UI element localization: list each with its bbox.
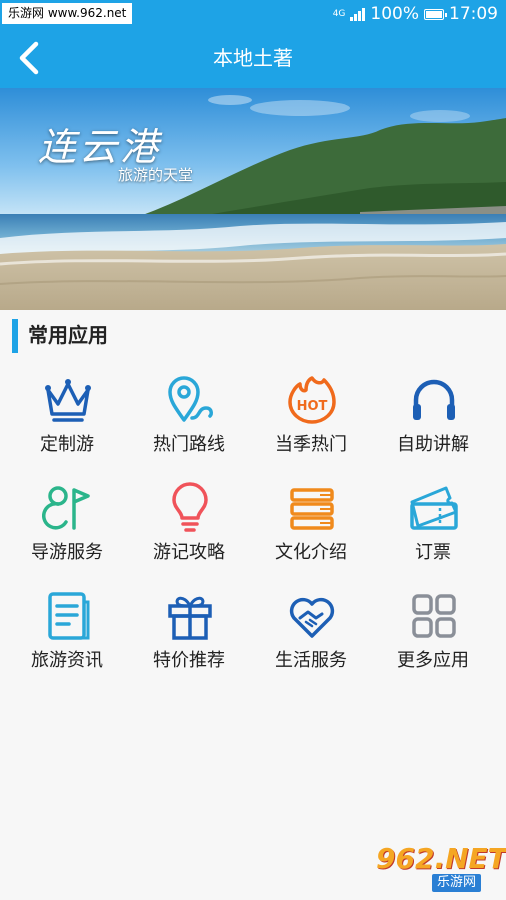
headphones-icon xyxy=(413,379,455,420)
app-label: 特价推荐 xyxy=(153,650,225,671)
page-title: 本地土著 xyxy=(213,46,293,70)
app-special-deals[interactable]: 特价推荐 xyxy=(126,588,252,688)
app-label: 更多应用 xyxy=(397,650,469,671)
app-label: 订票 xyxy=(415,542,451,563)
watermark-logo: 962.NET 乐游网 xyxy=(372,842,506,894)
app-label: 定制游 xyxy=(40,434,94,455)
books-icon xyxy=(290,488,334,530)
crown-icon xyxy=(45,379,91,422)
watermark-logo-main: 962.NET xyxy=(376,842,506,875)
location-route-icon xyxy=(168,376,213,422)
app-label: 游记攻略 xyxy=(153,542,225,563)
banner-image[interactable]: 连云港 旅游的天堂 xyxy=(0,88,506,310)
status-bar: 乐游网 www.962.net 4G 100% 17:09 xyxy=(0,0,506,28)
app-label: 文化介绍 xyxy=(275,542,347,563)
document-icon xyxy=(48,592,90,640)
app-life-services[interactable]: 生活服务 xyxy=(248,588,374,688)
handshake-heart-icon xyxy=(289,597,335,638)
lightbulb-icon xyxy=(172,482,208,532)
banner-title: 连云港 xyxy=(38,125,162,169)
app-label: 自助讲解 xyxy=(397,434,469,455)
app-self-guide[interactable]: 自助讲解 xyxy=(370,372,496,472)
nav-bar: 本地土著 xyxy=(0,28,506,88)
hot-flame-icon: HOT xyxy=(288,376,336,424)
grid-icon xyxy=(412,594,456,638)
watermark-label: 乐游网 www.962.net xyxy=(2,3,133,24)
app-more[interactable]: 更多应用 xyxy=(370,588,496,688)
common-apps-section: 常用应用 定制游 热门路线 HOT 当季热门 自助讲解 导游服务 游记攻略 文化… xyxy=(0,310,506,900)
battery-percent: 100% xyxy=(370,4,419,24)
gift-icon xyxy=(168,596,212,640)
svg-text:HOT: HOT xyxy=(297,399,328,414)
network-type: 4G xyxy=(332,9,346,19)
ticket-icon xyxy=(410,486,458,530)
app-tickets[interactable]: 订票 xyxy=(370,480,496,580)
app-travel-news[interactable]: 旅游资讯 xyxy=(4,588,130,688)
section-header: 常用应用 xyxy=(0,310,506,360)
watermark-logo-sub: 乐游网 xyxy=(432,874,482,892)
app-culture[interactable]: 文化介绍 xyxy=(248,480,374,580)
battery-icon xyxy=(424,8,447,20)
app-label: 热门路线 xyxy=(153,434,225,455)
app-label: 旅游资讯 xyxy=(31,650,103,671)
app-seasonal-hot[interactable]: HOT 当季热门 xyxy=(248,372,374,472)
app-label: 导游服务 xyxy=(31,542,103,563)
app-hot-routes[interactable]: 热门路线 xyxy=(126,372,252,472)
guide-flag-icon xyxy=(42,486,90,530)
app-custom-tour[interactable]: 定制游 xyxy=(4,372,130,472)
app-tour-guide[interactable]: 导游服务 xyxy=(4,480,130,580)
app-travel-notes[interactable]: 游记攻略 xyxy=(126,480,252,580)
banner-subtitle: 旅游的天堂 xyxy=(118,166,194,184)
app-label: 当季热门 xyxy=(275,434,347,455)
clock: 17:09 xyxy=(449,4,498,24)
app-label: 生活服务 xyxy=(275,650,347,671)
section-accent-bar xyxy=(12,319,18,353)
signal-icon xyxy=(350,7,366,21)
section-title: 常用应用 xyxy=(28,323,108,347)
